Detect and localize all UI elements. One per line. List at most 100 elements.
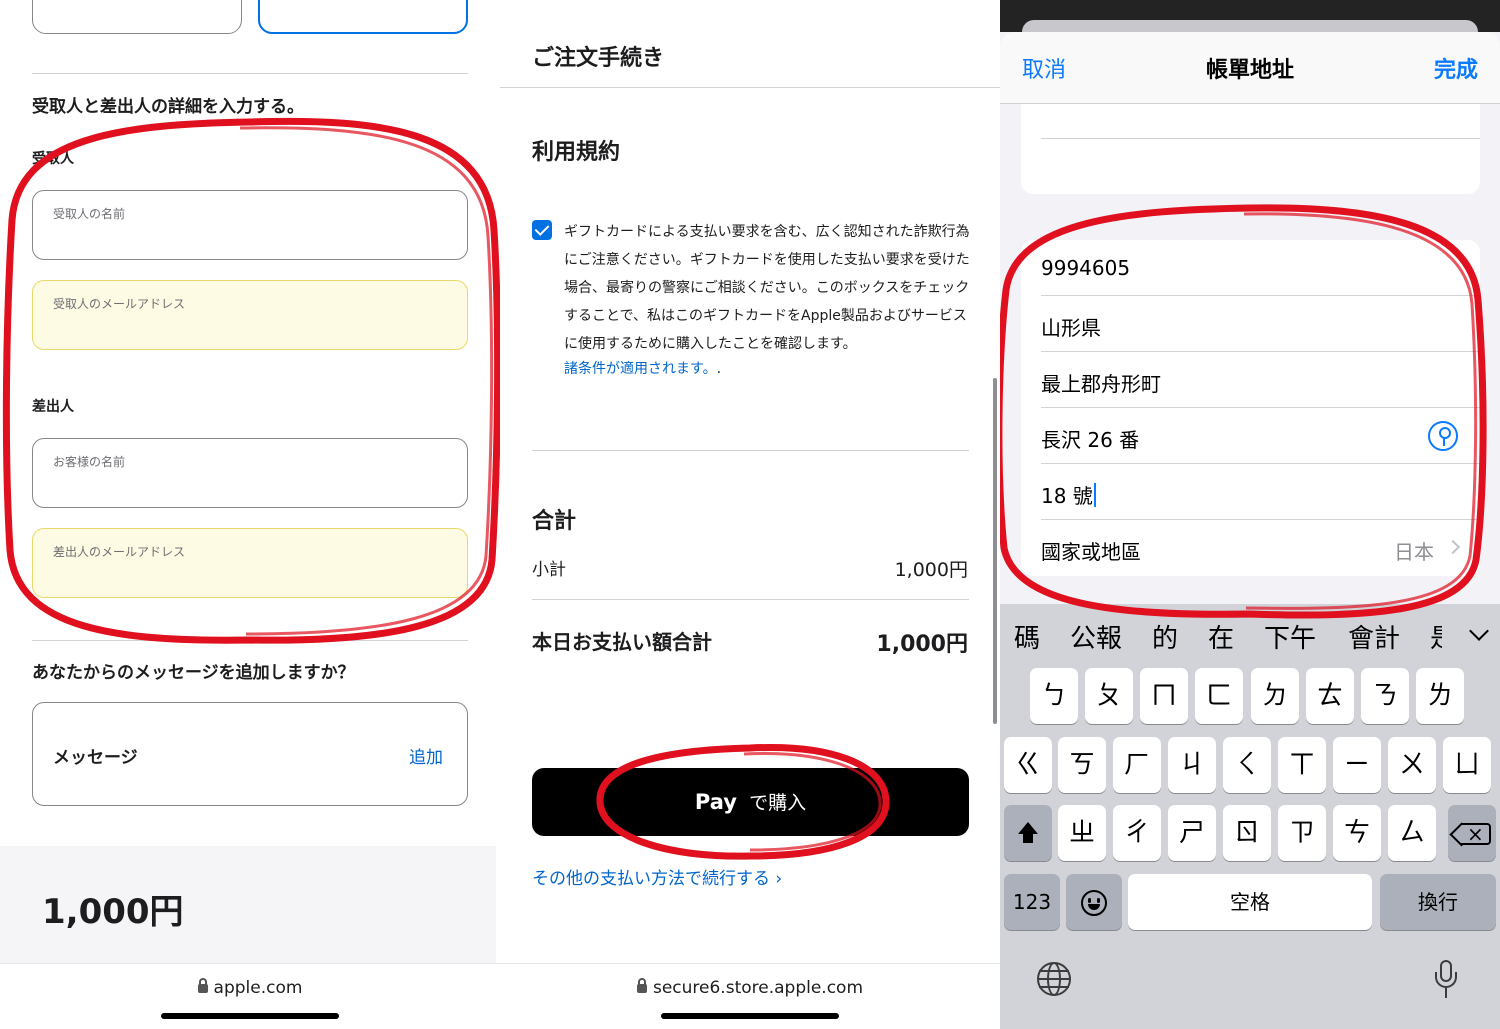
emoji-icon (1081, 889, 1107, 916)
recipient-name-field[interactable]: 受取人の名前 (32, 190, 468, 260)
key-m[interactable]: ㄇ (1140, 668, 1188, 724)
divider (32, 73, 468, 74)
nav-bar: 取消 帳單地址 完成 (1000, 32, 1500, 104)
key-f[interactable]: ㄈ (1195, 668, 1243, 724)
prefecture-field[interactable]: 山形県 (1021, 296, 1480, 352)
today-total-label: 本日お支払い額合計 (532, 630, 712, 654)
key-zh[interactable]: ㄓ (1058, 805, 1106, 861)
subtotal-value: 1,000円 (894, 559, 968, 581)
candidate-bar: 碼 公報 的 在 下午 會計 是 (1000, 604, 1500, 666)
scroll-indicator[interactable] (993, 378, 997, 724)
numbers-key[interactable]: 123 (1004, 874, 1060, 930)
key-q[interactable]: ㄑ (1223, 737, 1271, 793)
emoji-key[interactable] (1066, 874, 1122, 930)
browser-url-bar[interactable]: apple.com (0, 963, 500, 1029)
key-p[interactable]: ㄆ (1085, 668, 1133, 724)
key-g[interactable]: ㄍ (1004, 737, 1052, 793)
chevron-down-icon[interactable] (1469, 621, 1489, 641)
other-payment-link[interactable]: その他の支払い方法で続行する › (532, 864, 782, 889)
key-u[interactable]: ㄨ (1388, 737, 1436, 793)
divider (32, 640, 468, 641)
apple-pay-word: Pay (694, 790, 737, 814)
done-button[interactable]: 完成 (1434, 52, 1478, 84)
candidate-4[interactable]: 在 (1208, 618, 1234, 655)
add-message-button[interactable]: 追加 (409, 743, 443, 768)
building-field[interactable]: 18 號 (1021, 464, 1480, 520)
return-key[interactable]: 換行 (1380, 874, 1496, 930)
candidate-1[interactable]: 碼 (1014, 618, 1040, 655)
city-field[interactable]: 最上郡舟形町 (1021, 352, 1480, 408)
candidate-5[interactable]: 下午 (1264, 618, 1316, 655)
cancel-button[interactable]: 取消 (1022, 52, 1066, 84)
message-box[interactable]: メッセージ 追加 (32, 702, 468, 806)
terms-text: ギフトカードによる支払い要求を含む、広く認知された詐欺行為にご注意ください。ギフ… (564, 224, 970, 352)
amount-option-button-selected[interactable] (258, 0, 468, 34)
home-indicator (161, 1013, 339, 1019)
password-key-icon[interactable] (1428, 421, 1458, 451)
candidate-3[interactable]: 的 (1152, 618, 1178, 655)
key-z[interactable]: ㄗ (1278, 805, 1326, 861)
candidate-7[interactable]: 是 (1430, 618, 1442, 655)
apple-pay-button[interactable]: Pay で購入 (532, 768, 969, 836)
mic-stand (1445, 988, 1447, 998)
key-r[interactable]: ㄖ (1223, 805, 1271, 861)
key-x[interactable]: ㄒ (1278, 737, 1326, 793)
sender-name-field[interactable]: お客様の名前 (32, 438, 468, 508)
key-h[interactable]: ㄏ (1113, 737, 1161, 793)
chevron-right-icon (1445, 539, 1461, 555)
text-cursor (1093, 483, 1096, 507)
divider (1041, 138, 1480, 139)
prefecture-value: 山形県 (1041, 316, 1101, 340)
key-i[interactable]: ㄧ (1333, 737, 1381, 793)
terms-checkbox[interactable] (532, 220, 552, 240)
shift-key[interactable] (1004, 805, 1052, 861)
amount-option-button[interactable] (32, 0, 242, 34)
sender-name-placeholder: お客様の名前 (53, 455, 126, 469)
lock-icon (636, 978, 647, 993)
browser-url-bar[interactable]: secure6.store.apple.com (500, 963, 1000, 1029)
country-row[interactable]: 國家或地區 日本 (1021, 520, 1480, 576)
order-title: ご注文手続き (532, 46, 665, 71)
space-key[interactable]: 空格 (1128, 874, 1372, 930)
globe-icon[interactable] (1037, 962, 1071, 996)
key-ch[interactable]: ㄔ (1113, 805, 1161, 861)
key-yu[interactable]: ㄩ (1443, 737, 1491, 793)
key-t[interactable]: ㄊ (1306, 668, 1354, 724)
country-value: 日本 (1394, 540, 1434, 564)
country-label: 國家或地區 (1041, 540, 1141, 564)
key-sh[interactable]: ㄕ (1168, 805, 1216, 861)
recipient-email-field[interactable]: 受取人のメールアドレス (32, 280, 468, 350)
key-b[interactable]: ㄅ (1030, 668, 1078, 724)
recipient-heading: 受取人 (32, 151, 74, 167)
candidate-6[interactable]: 會計 (1348, 618, 1400, 655)
recipient-email-placeholder: 受取人のメールアドレス (53, 297, 186, 311)
home-indicator (661, 1013, 839, 1019)
recipient-name-placeholder: 受取人の名前 (53, 207, 126, 221)
url-text: secure6.store.apple.com (652, 978, 864, 998)
terms-link[interactable]: 諸条件が適用されます。 (564, 361, 717, 377)
key-j[interactable]: ㄐ (1168, 737, 1216, 793)
candidate-2[interactable]: 公報 (1070, 618, 1122, 655)
divider (532, 450, 969, 451)
divider (532, 599, 969, 600)
sender-email-field[interactable]: 差出人のメールアドレス (32, 528, 468, 598)
key-d[interactable]: ㄉ (1251, 668, 1299, 724)
address-fields-group: 9994605 山形県 最上郡舟形町 長沢 26 番 18 號 國家或地區 日本 (1021, 240, 1480, 576)
name-fields-group[interactable] (1021, 104, 1480, 194)
url-text: apple.com (213, 978, 303, 998)
delete-icon (1461, 809, 1491, 859)
street-value: 長沢 26 番 (1041, 428, 1140, 452)
key-k[interactable]: ㄎ (1058, 737, 1106, 793)
key-n[interactable]: ㄋ (1361, 668, 1409, 724)
lock-icon (197, 978, 208, 993)
message-label: メッセージ (53, 748, 138, 768)
subtotal-label: 小計 (532, 560, 566, 580)
delete-key[interactable] (1448, 805, 1496, 861)
key-c[interactable]: ㄘ (1333, 805, 1381, 861)
street-field[interactable]: 長沢 26 番 (1021, 408, 1480, 464)
key-s[interactable]: ㄙ (1388, 805, 1436, 861)
today-total-value: 1,000円 (876, 632, 968, 657)
key-l[interactable]: ㄌ (1416, 668, 1464, 724)
postal-code-field[interactable]: 9994605 (1021, 240, 1480, 296)
message-question: あなたからのメッセージを追加しますか？ (32, 663, 355, 683)
